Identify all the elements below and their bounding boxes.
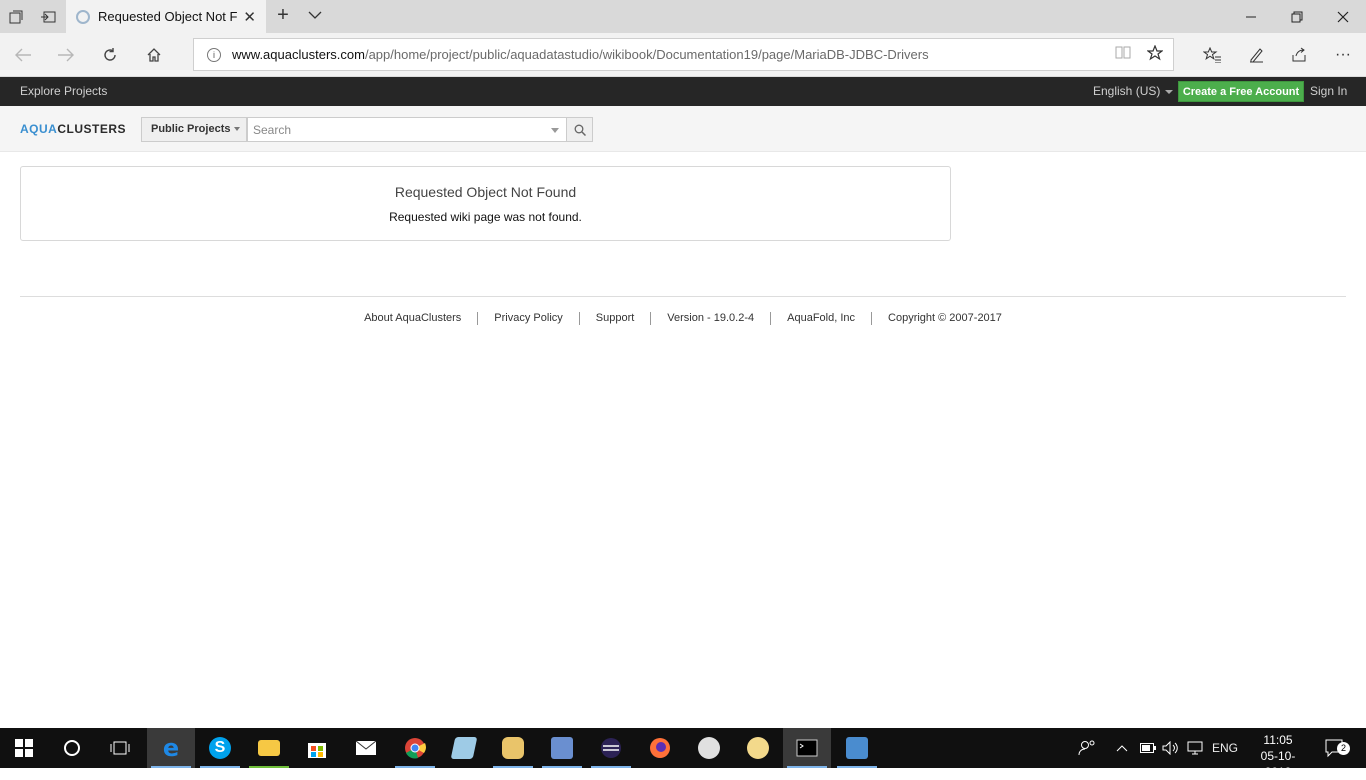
chevron-up-icon[interactable] (1116, 728, 1128, 768)
forward-arrow-icon[interactable] (49, 39, 83, 71)
action-center-icon[interactable]: 2 (1324, 728, 1350, 768)
url-host: www.aquaclusters.com (232, 47, 365, 62)
footer-divider (20, 296, 1346, 297)
clock-time: 11:05 (1263, 733, 1293, 747)
system-clock[interactable]: 11:05 05-10-2018 (1248, 732, 1308, 780)
search-icon (574, 124, 586, 136)
browser-tab-strip: Requested Object Not F ✕ + (0, 0, 1366, 33)
share-icon[interactable] (1282, 39, 1316, 71)
database-tool-icon[interactable] (489, 728, 537, 768)
url-text: www.aquaclusters.com/app/home/project/pu… (232, 47, 929, 62)
site-info-icon[interactable]: i (207, 47, 221, 62)
set-aside-tabs-icon[interactable] (32, 0, 64, 33)
sql-tool-icon[interactable] (833, 728, 881, 768)
task-view-icon[interactable] (96, 728, 144, 768)
address-bar[interactable]: i www.aquaclusters.com/app/home/project/… (193, 38, 1174, 71)
privacy-policy-link[interactable]: Privacy Policy (477, 312, 578, 325)
sign-in-link[interactable]: Sign In (1310, 84, 1347, 98)
search-input[interactable] (247, 117, 567, 142)
network-icon[interactable] (1187, 728, 1203, 768)
language-selector[interactable]: English (US) (1093, 84, 1174, 98)
battery-icon[interactable] (1140, 728, 1156, 768)
search-dropdown-icon[interactable] (551, 128, 559, 133)
store-icon[interactable] (293, 728, 341, 768)
site-favicon-icon (76, 9, 90, 24)
explore-projects-link[interactable]: Explore Projects (20, 84, 107, 98)
home-icon[interactable] (137, 39, 171, 71)
search-button[interactable] (566, 117, 593, 142)
aquaclusters-logo[interactable]: AQUACLUSTERS (20, 122, 126, 136)
pen-icon[interactable] (1239, 39, 1273, 71)
project-filter-dropdown[interactable]: Public Projects (141, 117, 247, 142)
active-tab[interactable]: Requested Object Not F ✕ (66, 0, 266, 33)
firefox-icon[interactable] (636, 728, 684, 768)
edge-browser-icon[interactable]: e (147, 728, 195, 768)
windows-taskbar: e S ENG 11:05 05-10-2018 2 (0, 728, 1366, 779)
refresh-icon[interactable] (93, 39, 127, 71)
notes-app-icon[interactable] (440, 728, 488, 768)
caret-down-icon (1165, 89, 1174, 94)
error-title: Requested Object Not Found (394, 184, 577, 200)
paint-icon[interactable] (734, 728, 782, 768)
mail-icon[interactable] (342, 728, 390, 768)
minimize-icon[interactable] (1228, 0, 1274, 33)
volume-icon[interactable] (1162, 728, 1180, 768)
tab-title: Requested Object Not F (98, 9, 238, 24)
create-account-button[interactable]: Create a Free Account (1178, 81, 1304, 102)
chevron-down-icon[interactable] (302, 3, 328, 29)
support-link[interactable]: Support (578, 312, 651, 325)
more-options-icon[interactable]: ··· (1326, 39, 1360, 71)
cortana-search-icon[interactable] (48, 728, 96, 768)
browser-navigation-bar: i www.aquaclusters.com/app/home/project/… (0, 33, 1366, 77)
new-tab-icon[interactable]: + (270, 3, 296, 29)
close-tab-icon[interactable]: ✕ (243, 8, 256, 26)
reading-view-icon[interactable] (1115, 45, 1131, 65)
chrome-icon[interactable] (391, 728, 439, 768)
command-prompt-icon[interactable] (783, 728, 831, 768)
paint-3d-icon[interactable] (685, 728, 733, 768)
notification-count-badge: 2 (1337, 742, 1350, 755)
site-top-bar: Explore Projects English (US) Sign In (0, 77, 1366, 106)
site-header: AQUACLUSTERS Public Projects (0, 106, 1366, 152)
aquafold-link[interactable]: AquaFold, Inc (770, 312, 871, 325)
language-label: English (US) (1093, 84, 1161, 98)
favorites-hub-icon[interactable] (1195, 39, 1229, 71)
error-message: Requested wiki page was not found. (389, 210, 582, 224)
people-icon[interactable] (1078, 728, 1096, 768)
caret-down-icon (234, 127, 241, 132)
skype-icon[interactable]: S (196, 728, 244, 768)
logo-aqua: AQUA (20, 122, 58, 136)
url-path: /app/home/project/public/aquadatastudio/… (364, 47, 929, 62)
remote-desktop-icon[interactable] (538, 728, 586, 768)
windows-start-icon[interactable] (0, 728, 48, 768)
clock-date: 05-10-2018 (1260, 749, 1296, 779)
logo-clusters: CLUSTERS (57, 122, 127, 136)
close-window-icon[interactable] (1320, 0, 1366, 33)
eclipse-icon[interactable] (587, 728, 635, 768)
about-link[interactable]: About AquaClusters (348, 312, 477, 325)
version-text: Version - 19.0.2-4 (650, 312, 770, 325)
input-language[interactable]: ENG (1212, 728, 1238, 768)
tab-manager-icon[interactable] (0, 0, 32, 33)
favorite-star-icon[interactable] (1146, 44, 1164, 65)
restore-icon[interactable] (1274, 0, 1320, 33)
back-arrow-icon[interactable] (6, 39, 40, 71)
error-panel: Requested Object Not Found Requested wik… (20, 166, 951, 241)
file-explorer-icon[interactable] (245, 728, 293, 768)
footer-links: About AquaClusters Privacy Policy Suppor… (0, 312, 1366, 325)
project-filter-label: Public Projects (151, 123, 231, 135)
copyright-text: Copyright © 2007-2017 (871, 312, 1018, 325)
